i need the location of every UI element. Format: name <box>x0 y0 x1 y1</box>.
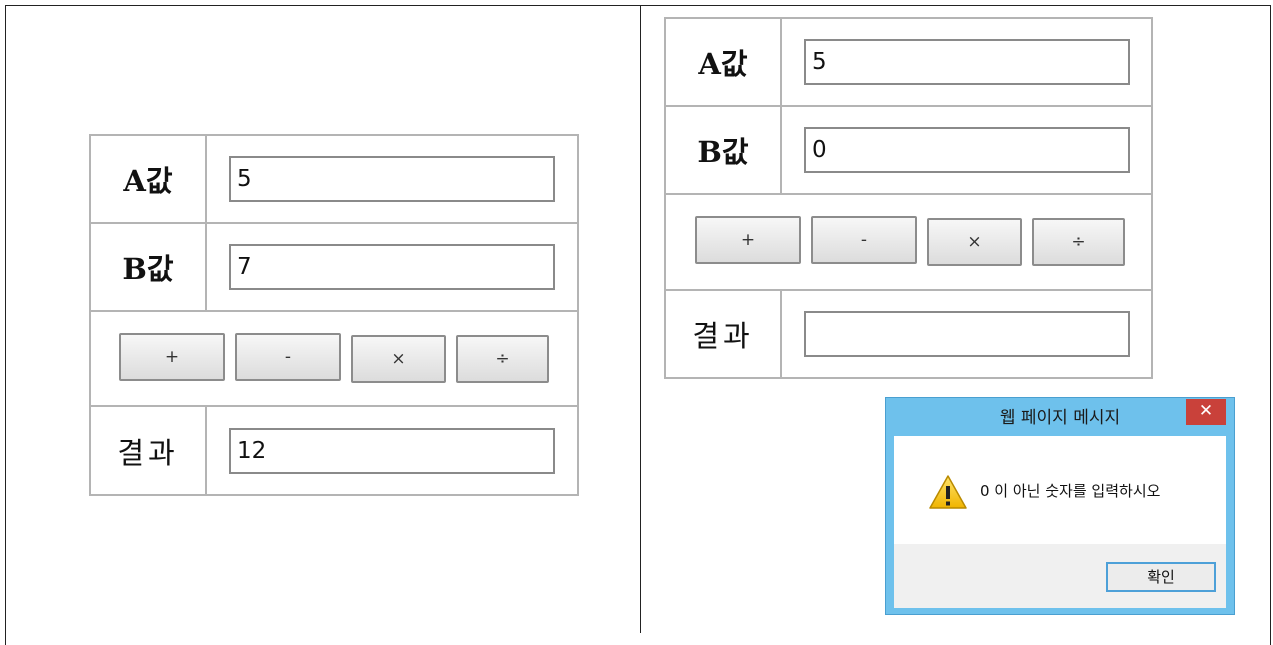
calculator-right: A값 B값 + - × ÷ 결과 <box>664 17 1153 379</box>
result-label: 결과 <box>117 435 179 470</box>
b-value-input[interactable] <box>804 127 1130 173</box>
web-page-message-dialog: 웹 페이지 메시지 ✕ 0 이 아닌 숫자를 입력하시오 확인 <box>885 397 1235 615</box>
operator-buttons: + - × ÷ <box>91 332 577 383</box>
b-value-label: B값 <box>697 135 749 169</box>
subtract-button[interactable]: - <box>811 216 917 264</box>
a-value-label: A값 <box>123 164 173 198</box>
operator-buttons: + - × ÷ <box>666 216 1151 266</box>
warning-icon <box>929 475 967 509</box>
add-button[interactable]: + <box>119 332 225 381</box>
a-value-input[interactable] <box>804 39 1130 85</box>
panel-divider <box>640 5 641 633</box>
divide-button[interactable]: ÷ <box>456 334 549 383</box>
calculator-left: A값 B값 + - × ÷ 결과 <box>89 134 579 496</box>
b-value-input[interactable] <box>229 244 555 290</box>
add-button[interactable]: + <box>695 216 801 264</box>
a-value-input[interactable] <box>229 156 555 202</box>
result-label: 결과 <box>692 319 754 353</box>
dialog-message: 0 이 아닌 숫자를 입력하시오 <box>980 482 1161 500</box>
multiply-button[interactable]: × <box>927 218 1022 266</box>
result-input[interactable] <box>804 311 1130 357</box>
subtract-button[interactable]: - <box>235 332 341 381</box>
dialog-title: 웹 페이지 메시지 <box>999 408 1121 428</box>
result-input[interactable] <box>229 427 555 474</box>
dialog-footer: 확인 <box>894 544 1226 608</box>
multiply-button[interactable]: × <box>351 334 446 383</box>
close-icon[interactable]: ✕ <box>1186 399 1226 425</box>
divide-button[interactable]: ÷ <box>1032 218 1125 266</box>
a-value-label: A값 <box>698 47 748 81</box>
dialog-body: 0 이 아닌 숫자를 입력하시오 확인 <box>894 436 1226 608</box>
b-value-label: B값 <box>122 252 174 286</box>
ok-button[interactable]: 확인 <box>1106 562 1216 592</box>
